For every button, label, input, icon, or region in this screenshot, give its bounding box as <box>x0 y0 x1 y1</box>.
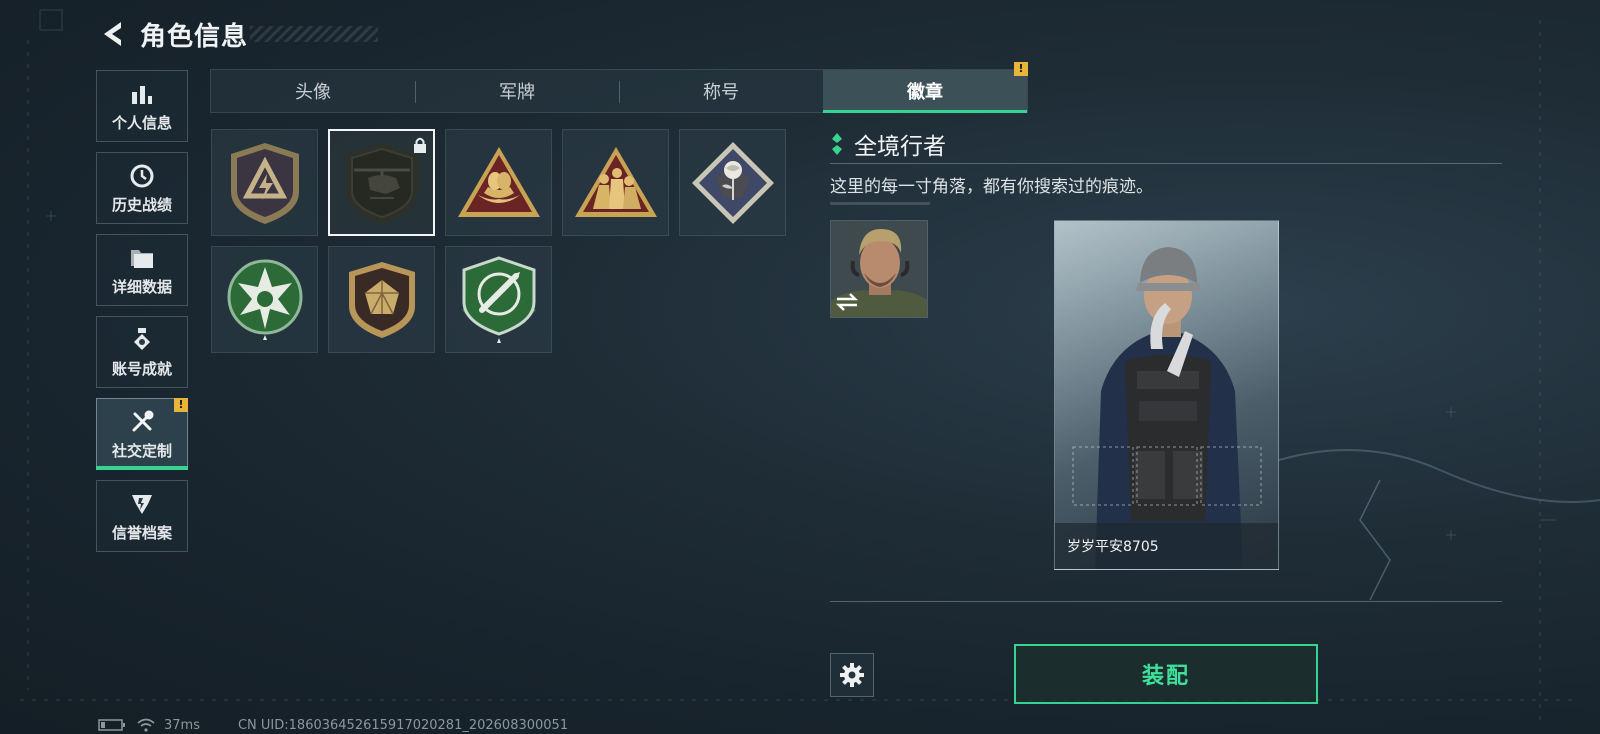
gem-shield-badge-icon <box>348 261 415 338</box>
badge-description: 这里的每一寸角落，都有你搜索过的痕迹。 <box>830 177 1153 197</box>
badge-cell[interactable] <box>211 129 318 236</box>
tab-avatar[interactable]: 头像 <box>211 70 415 112</box>
player-name: 岁岁平安8705 <box>1067 539 1159 555</box>
equip-button-label: 装配 <box>1141 664 1190 689</box>
wrench-tools-icon <box>127 407 157 437</box>
badge-cell[interactable] <box>211 246 318 353</box>
character-card: 岁岁平安8705 <box>1054 220 1279 570</box>
green-crosshair-badge-icon <box>461 255 536 343</box>
tab-bar: 头像 军牌 称号 徽章 ! <box>210 62 1028 113</box>
header: 角色信息 <box>96 14 379 54</box>
tab-dog-tag[interactable]: 军牌 <box>415 70 619 112</box>
sidebar-item-detailed-data[interactable]: 详细数据 <box>96 234 188 306</box>
badge-cell[interactable] <box>679 129 786 236</box>
sidebar-item-label: 社交定制 <box>111 442 172 460</box>
badge-title: 全境行者 <box>854 134 946 160</box>
section-divider <box>830 601 1502 602</box>
tab-label: 称号 <box>703 82 739 103</box>
tab-label: 徽章 <box>907 82 943 103</box>
alert-badge: ! <box>174 398 188 412</box>
helicopter-badge-icon <box>345 142 418 224</box>
achievement-icon <box>127 325 157 355</box>
credit-shield-icon <box>127 489 157 519</box>
title-divider <box>830 163 1502 164</box>
sidebar-item-personal-info[interactable]: 个人信息 <box>96 70 188 142</box>
wifi-icon <box>137 718 155 732</box>
sidebar-item-label: 个人信息 <box>111 114 172 132</box>
sidebar-item-label: 信誉档案 <box>111 524 172 542</box>
battery-icon <box>98 719 125 731</box>
folder-icon <box>127 243 157 273</box>
nest-triangle-badge-icon <box>457 146 540 217</box>
badge-cell[interactable] <box>562 129 669 236</box>
history-clock-icon <box>127 161 157 191</box>
page-title: 角色信息 <box>140 21 249 52</box>
title-decoration <box>250 26 379 42</box>
detail-title-row: 全境行者 <box>830 128 1502 160</box>
squad-triangle-badge-icon <box>574 146 657 217</box>
ping-value: 37ms <box>164 717 200 733</box>
sidebar-item-label: 详细数据 <box>111 278 172 296</box>
sidebar-item-credit-record[interactable]: 信誉档案 <box>96 480 188 552</box>
badge-cell[interactable] <box>445 246 552 353</box>
character-portrait <box>1072 247 1262 569</box>
alert-badge: ! <box>1014 62 1028 76</box>
badge-cell[interactable] <box>445 129 552 236</box>
sidebar: 个人信息 历史战绩 详细数据 账号成就 社交定制 ! 信誉档案 <box>96 70 188 562</box>
badge-detail-panel: 全境行者 这里的每一寸角落，都有你搜索过的痕迹。 <box>830 128 1502 205</box>
green-star-badge-icon <box>227 259 302 340</box>
badge-grid <box>211 129 801 353</box>
back-arrow-icon <box>104 22 121 46</box>
diamond-marker-icon <box>832 133 842 155</box>
gear-icon <box>840 663 864 687</box>
status-bar: 37ms CN UID:18603645261591702028​1_20260… <box>98 716 568 734</box>
badge-cell-selected[interactable] <box>328 129 435 236</box>
description-decoration <box>830 202 930 205</box>
sidebar-item-label: 历史战绩 <box>111 196 172 214</box>
tab-label: 头像 <box>295 82 331 103</box>
swap-icon <box>835 293 859 311</box>
tab-badge[interactable]: 徽章 ! <box>823 62 1028 113</box>
sidebar-item-label: 账号成就 <box>111 360 172 378</box>
player-uid: CN UID:18603645261591702028​1_2026083000… <box>237 717 569 733</box>
badge-cell[interactable] <box>328 246 435 353</box>
lock-icon <box>414 137 426 153</box>
sidebar-item-achievements[interactable]: 账号成就 <box>96 316 188 388</box>
back-button[interactable] <box>96 17 130 51</box>
tab-label: 军牌 <box>499 82 535 103</box>
sidebar-item-history[interactable]: 历史战绩 <box>96 152 188 224</box>
card-name-bar: 岁岁平安8705 <box>1055 523 1278 569</box>
player-avatar[interactable] <box>830 220 928 318</box>
equip-button[interactable]: 装配 <box>1014 644 1318 704</box>
settings-button[interactable] <box>830 653 874 697</box>
sidebar-item-social-custom[interactable]: 社交定制 ! <box>96 398 188 470</box>
lightning-shield-badge-icon <box>230 142 299 224</box>
tab-title[interactable]: 称号 <box>619 70 823 112</box>
rose-diamond-badge-icon <box>691 141 774 224</box>
bar-chart-icon <box>127 79 157 109</box>
